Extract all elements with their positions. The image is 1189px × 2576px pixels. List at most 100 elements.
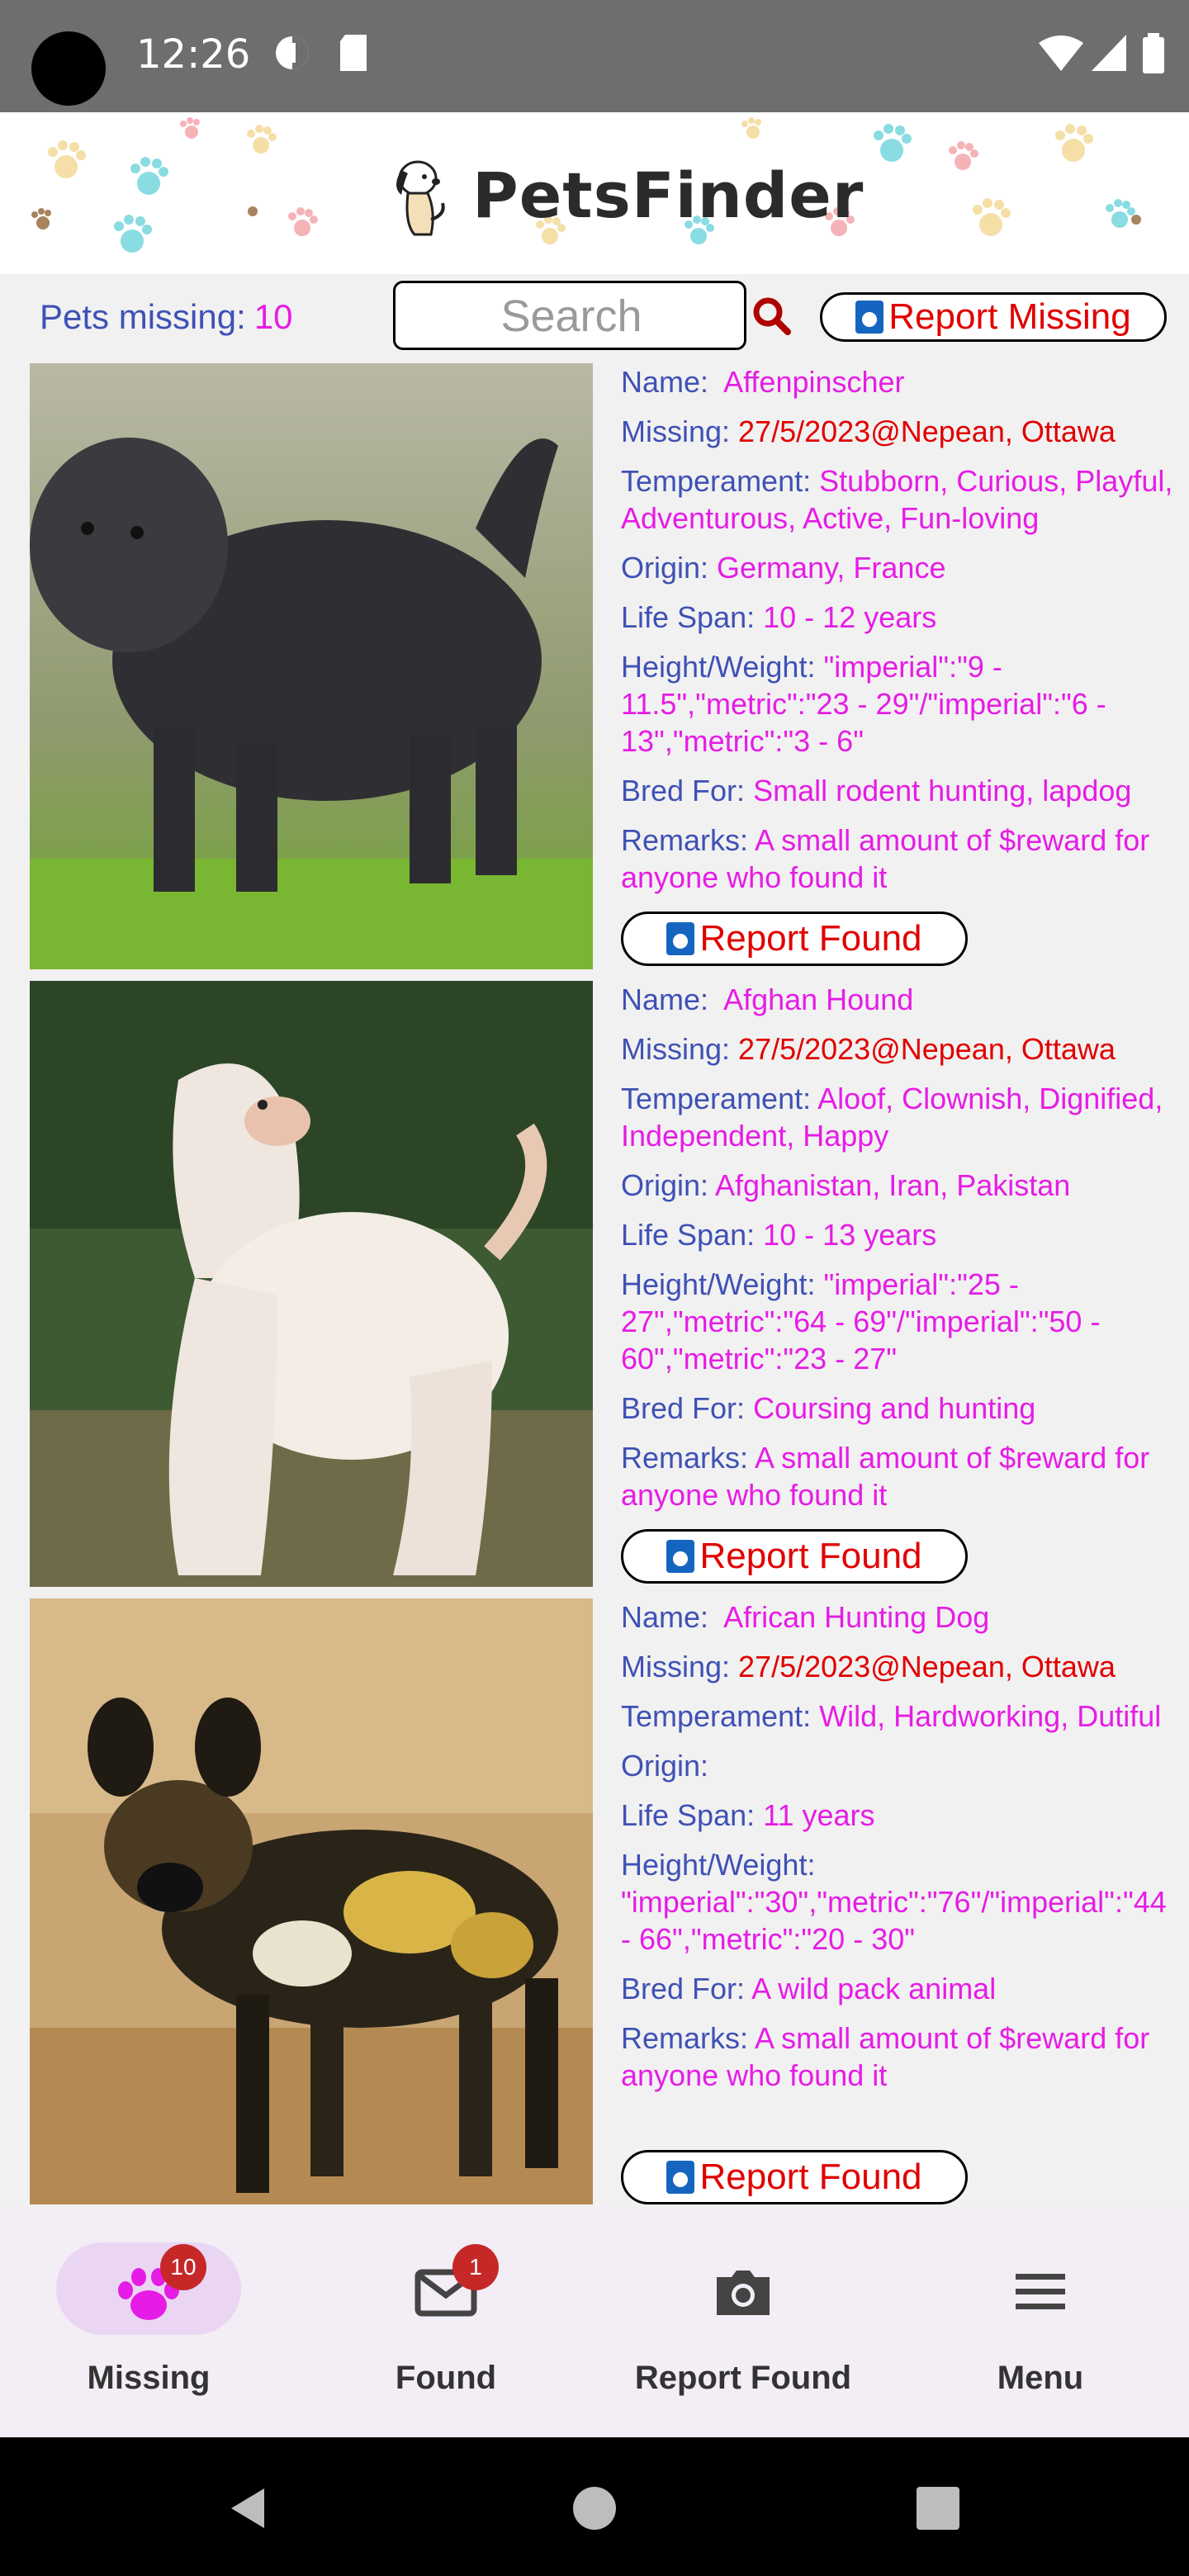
- pet-details: Name: African Hunting Dog Missing: 27/5/…: [621, 1598, 1182, 2106]
- nav-item-menu[interactable]: Menu: [892, 2206, 1189, 2437]
- missing-date-location: 27/5/2023@Nepean, Ottawa: [738, 1650, 1116, 1683]
- pet-details: Name: Afghan Hound Missing: 27/5/2023@Ne…: [621, 981, 1182, 1526]
- lost-pet-icon: [666, 1540, 695, 1573]
- nav-item-missing[interactable]: 10 Missing: [0, 2206, 297, 2437]
- life-span-value: 10 - 13 years: [763, 1218, 937, 1252]
- height-weight-label: Height/Weight:: [621, 650, 816, 684]
- life-span-label: Life Span:: [621, 1218, 756, 1252]
- pet-name: African Hunting Dog: [723, 1600, 990, 1634]
- temperament-label: Temperament:: [621, 1699, 812, 1733]
- pet-name: Afghan Hound: [723, 983, 914, 1016]
- search-input[interactable]: [396, 283, 747, 349]
- origin-value: Germany, France: [717, 551, 946, 585]
- height-weight-value: "imperial":"30","metric":"76"/"imperial"…: [621, 1885, 1167, 1956]
- report-found-button[interactable]: Report Found: [621, 912, 968, 966]
- sd-card-icon: [340, 35, 367, 71]
- pet-name: Affenpinscher: [723, 365, 905, 399]
- bred-for-value: Coursing and hunting: [753, 1391, 1036, 1425]
- nav-label-found: Found: [395, 2360, 497, 2396]
- missing-date-location: 27/5/2023@Nepean, Ottawa: [738, 1032, 1116, 1066]
- missing-label: Missing:: [621, 414, 731, 448]
- pet-details: Name: Affenpinscher Missing: 27/5/2023@N…: [621, 363, 1182, 908]
- app-header: PetsFinder: [0, 112, 1189, 274]
- wifi-icon: [1039, 36, 1083, 71]
- life-span-value: 11 years: [763, 1798, 875, 1832]
- bottom-navigation: 10 Missing 1 Found Report Found Menu: [0, 2206, 1189, 2437]
- nav-label-report-found: Report Found: [634, 2360, 852, 2396]
- battery-icon: [1143, 33, 1164, 73]
- pets-missing-counter: Pets missing: 10: [40, 297, 292, 337]
- report-found-label: Report Found: [699, 1536, 922, 1576]
- nav-label-missing: Missing: [87, 2360, 211, 2396]
- lost-pet-icon: [666, 922, 695, 955]
- pets-missing-label: Pets missing:: [40, 297, 246, 336]
- missing-label: Missing:: [621, 1650, 731, 1683]
- recents-icon[interactable]: [915, 2485, 961, 2531]
- remarks-label: Remarks:: [621, 2021, 749, 2055]
- nav-item-report-found[interactable]: Report Found: [594, 2206, 892, 2437]
- camera-icon: [717, 2271, 770, 2315]
- bred-for-value: Small rodent hunting, lapdog: [753, 774, 1132, 807]
- pet-card[interactable]: Name: Afghan Hound Missing: 27/5/2023@Ne…: [0, 981, 1189, 1598]
- camera-cutout: [31, 31, 106, 106]
- status-bar: 12:26: [0, 0, 1189, 112]
- african-hunting-dog-photo: [30, 1598, 593, 2204]
- pet-photo[interactable]: [30, 363, 593, 969]
- nav-item-found[interactable]: 1 Found: [297, 2206, 594, 2437]
- name-label: Name:: [621, 365, 709, 399]
- back-icon[interactable]: [223, 2484, 272, 2533]
- pet-photo[interactable]: [30, 981, 593, 1587]
- life-span-label: Life Span:: [621, 600, 756, 634]
- found-badge: 1: [452, 2244, 499, 2290]
- report-found-label: Report Found: [699, 918, 922, 959]
- height-weight-label: Height/Weight:: [621, 1848, 816, 1882]
- temperament-label: Temperament:: [621, 464, 812, 498]
- report-missing-label: Report Missing: [888, 296, 1131, 337]
- report-found-button[interactable]: Report Found: [621, 2150, 968, 2204]
- name-label: Name:: [621, 983, 709, 1016]
- missing-date-location: 27/5/2023@Nepean, Ottawa: [738, 414, 1116, 448]
- affenpinscher-photo: [30, 363, 593, 969]
- report-missing-button[interactable]: Report Missing: [820, 292, 1167, 342]
- data-saver-icon: [276, 36, 309, 69]
- lost-pet-icon: [666, 2161, 695, 2194]
- bred-for-label: Bred For:: [621, 1391, 746, 1425]
- origin-label: Origin:: [621, 551, 709, 585]
- temperament-value: Wild, Hardworking, Dutiful: [819, 1699, 1162, 1733]
- life-span-label: Life Span:: [621, 1798, 756, 1832]
- cell-signal-icon: [1092, 35, 1126, 71]
- remarks-label: Remarks:: [621, 1441, 749, 1475]
- bred-for-label: Bred For:: [621, 1972, 746, 2005]
- search-icon[interactable]: [751, 296, 793, 337]
- origin-value: Afghanistan, Iran, Pakistan: [715, 1168, 1071, 1202]
- missing-badge: 10: [160, 2244, 206, 2290]
- bred-for-value: A wild pack animal: [751, 1972, 997, 2005]
- home-icon[interactable]: [571, 2485, 618, 2531]
- missing-label: Missing:: [621, 1032, 731, 1066]
- afghan-hound-photo: [30, 981, 593, 1587]
- bred-for-label: Bred For:: [621, 774, 746, 807]
- pets-missing-count: 10: [253, 297, 293, 336]
- origin-label: Origin:: [621, 1168, 709, 1202]
- origin-label: Origin:: [621, 1749, 709, 1783]
- brand: PetsFinder: [377, 145, 864, 244]
- toolbar: Pets missing:10 Report Missing: [0, 274, 1189, 358]
- status-clock: 12:26: [136, 31, 251, 78]
- height-weight-label: Height/Weight:: [621, 1267, 816, 1301]
- system-navigation-bar: [0, 2437, 1189, 2576]
- temperament-label: Temperament:: [621, 1082, 812, 1115]
- report-found-button[interactable]: Report Found: [621, 1529, 968, 1584]
- pet-card[interactable]: Name: Affenpinscher Missing: 27/5/2023@N…: [0, 363, 1189, 981]
- nav-label-menu: Menu: [997, 2360, 1084, 2396]
- menu-icon: [1016, 2274, 1065, 2309]
- report-found-label: Report Found: [699, 2157, 922, 2197]
- app-title: PetsFinder: [472, 158, 865, 232]
- remarks-label: Remarks:: [621, 823, 749, 857]
- pet-card[interactable]: Name: African Hunting Dog Missing: 27/5/…: [0, 1598, 1189, 2216]
- name-label: Name:: [621, 1600, 709, 1634]
- life-span-value: 10 - 12 years: [763, 600, 937, 634]
- search-box[interactable]: [393, 281, 747, 350]
- lost-pet-icon: [855, 301, 884, 334]
- pet-photo[interactable]: [30, 1598, 593, 2204]
- dog-logo-icon: [396, 160, 445, 236]
